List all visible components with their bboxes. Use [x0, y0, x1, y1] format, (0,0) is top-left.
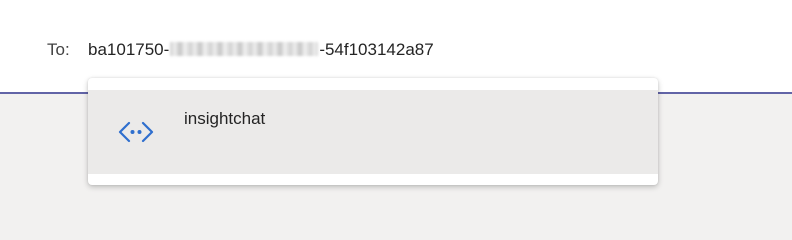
- recipient-id-prefix: ba101750-: [88, 40, 170, 59]
- bot-icon: [118, 121, 154, 143]
- recipient-input[interactable]: ba101750- -54f103142a87: [88, 39, 434, 61]
- recipient-id-suffix: -54f103142a87: [319, 40, 434, 59]
- suggestion-item-insightchat[interactable]: insightchat: [88, 90, 658, 174]
- redacted-text: [170, 42, 319, 56]
- suggestion-label: insightchat: [184, 109, 266, 128]
- to-label: To:: [47, 40, 70, 59]
- suggestion-dropdown: insightchat: [88, 78, 658, 185]
